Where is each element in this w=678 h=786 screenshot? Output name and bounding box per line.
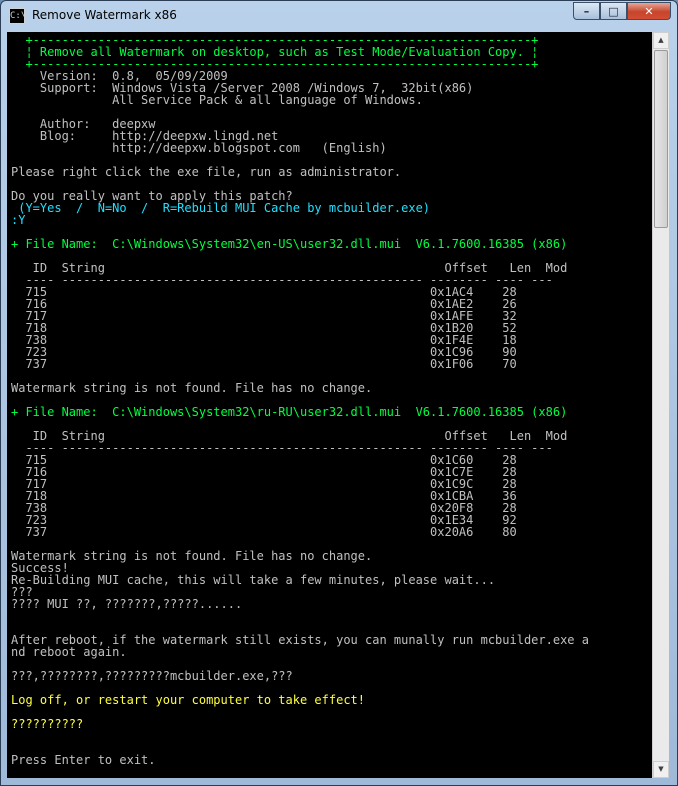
title-bar[interactable]: C:\ Remove Watermark x86 – □ ✕ bbox=[1, 1, 677, 31]
scroll-thumb[interactable] bbox=[654, 50, 668, 228]
vertical-scrollbar[interactable]: ▲ ▼ bbox=[652, 32, 669, 778]
console-line: Press Enter to exit. bbox=[11, 753, 156, 767]
console-line: Please right click the exe file, run as … bbox=[11, 165, 402, 179]
console-window: C:\ Remove Watermark x86 – □ ✕ +--------… bbox=[0, 0, 678, 786]
console-output[interactable]: +---------------------------------------… bbox=[7, 32, 652, 778]
console-line: (Y=Yes / N=No / R=Rebuild MUI Cache by m… bbox=[11, 201, 431, 215]
console-lines: +---------------------------------------… bbox=[11, 34, 589, 766]
console-app-icon[interactable]: C:\ bbox=[9, 8, 26, 24]
console-line: All Service Pack & all language of Windo… bbox=[11, 93, 423, 107]
console-line: ?????????? bbox=[11, 717, 84, 731]
console-line: ???? MUI ??, ???????,?????...... bbox=[11, 597, 243, 611]
window-controls: – □ ✕ bbox=[573, 2, 671, 20]
console-line: + File Name: C:\Windows\System32\en-US\u… bbox=[11, 237, 568, 251]
console-line: 737 0x20A6 80 bbox=[11, 525, 517, 539]
maximize-button[interactable]: □ bbox=[600, 2, 627, 20]
console-line: nd reboot again. bbox=[11, 645, 127, 659]
window-title: Remove Watermark x86 bbox=[32, 8, 177, 22]
console-line: Watermark string is not found. File has … bbox=[11, 549, 373, 563]
console-line: ???,????????,?????????mcbuilder.exe,??? bbox=[11, 669, 293, 683]
console-line: 737 0x1F06 70 bbox=[11, 357, 517, 371]
console-line: http://deepxw.blogspot.com (English) bbox=[11, 141, 387, 155]
close-button[interactable]: ✕ bbox=[627, 2, 671, 20]
scroll-down-arrow-icon[interactable]: ▼ bbox=[653, 761, 669, 778]
console-line: Re-Building MUI cache, this will take a … bbox=[11, 573, 496, 587]
console-line: Log off, or restart your computer to tak… bbox=[11, 693, 366, 707]
minimize-button[interactable]: – bbox=[573, 2, 600, 20]
scroll-up-arrow-icon[interactable]: ▲ bbox=[653, 32, 669, 49]
console-line: + File Name: C:\Windows\System32\ru-RU\u… bbox=[11, 405, 568, 419]
console-line: :Y bbox=[11, 213, 26, 227]
console-line: Watermark string is not found. File has … bbox=[11, 381, 373, 395]
